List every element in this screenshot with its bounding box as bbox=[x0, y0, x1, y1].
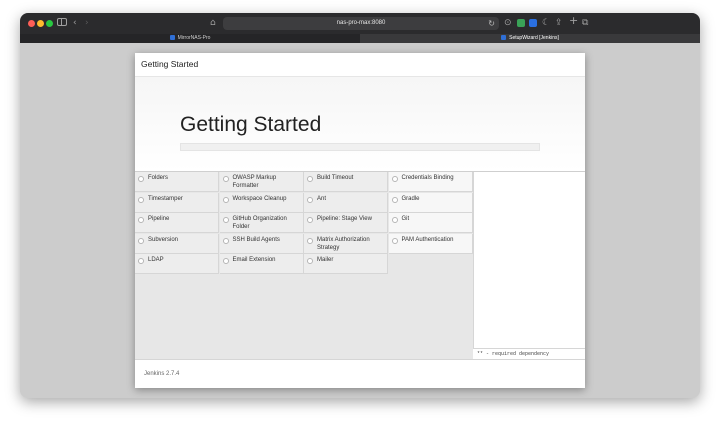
plugin-label: LDAP bbox=[148, 257, 164, 263]
share-icon[interactable]: ⇪ bbox=[555, 17, 563, 29]
title-bar: ‹ › ⌂ nas-pro-max:8080 ↻ ⊙ ☾ ⇪ + ⧉ bbox=[20, 13, 700, 34]
close-window-button[interactable] bbox=[28, 20, 35, 27]
plugin-label: Ant bbox=[317, 195, 327, 202]
plugin-label: Pipeline: Stage View bbox=[317, 216, 372, 222]
plugin-label: PAM Authentication bbox=[401, 236, 454, 243]
plugin-status-icon bbox=[391, 217, 398, 223]
favicon-icon bbox=[501, 35, 507, 40]
tab-setupwizard[interactable]: SetupWizard [Jenkins] bbox=[360, 34, 700, 43]
plugin-item[interactable]: Mailer bbox=[304, 254, 388, 274]
plugin-label: Matrix Authorization Strategy bbox=[317, 236, 370, 251]
plugin-item[interactable]: Pipeline bbox=[135, 213, 219, 233]
new-tab-icon[interactable]: + bbox=[569, 15, 578, 27]
plugin-label: Email Extension bbox=[232, 257, 276, 263]
plugin-item[interactable]: Email Extension bbox=[219, 254, 304, 274]
tab-bar: MirrorNAS-Pro SetupWizard [Jenkins] bbox=[20, 34, 700, 43]
plugin-status-icon bbox=[391, 196, 398, 203]
plugin-label: Git bbox=[401, 216, 410, 222]
plugin-label: SSH Build Agents bbox=[232, 236, 280, 243]
install-log-panel bbox=[473, 172, 585, 360]
plugin-item[interactable]: OWASP Markup Formatter bbox=[219, 172, 304, 192]
plugin-status-icon bbox=[138, 237, 144, 244]
plugin-status-icon bbox=[307, 258, 313, 264]
plugin-item[interactable]: Ant bbox=[304, 192, 388, 213]
plugin-grid-area: Folders OWASP Markup Formatter Build Timeo… bbox=[135, 171, 585, 360]
reload-icon[interactable]: ↻ bbox=[488, 18, 495, 29]
plugin-status-icon bbox=[222, 258, 229, 264]
download-icon[interactable]: ⊙ bbox=[504, 17, 512, 29]
forward-icon[interactable]: › bbox=[85, 17, 89, 29]
plugin-label: Build Timeout bbox=[317, 175, 354, 181]
plugin-status-icon bbox=[307, 196, 313, 203]
plugin-status-icon bbox=[222, 196, 229, 203]
plugin-label: OWASP Markup Formatter bbox=[232, 175, 277, 189]
version-label: Jenkins 2.7.4 bbox=[144, 371, 180, 377]
zoom-window-button[interactable] bbox=[46, 20, 53, 27]
extension-green-icon[interactable] bbox=[517, 19, 525, 27]
plugin-label: Folders bbox=[148, 175, 169, 181]
plugin-label: Pipeline bbox=[148, 216, 170, 222]
plugin-status-icon bbox=[138, 196, 144, 203]
plugin-item[interactable]: Folders bbox=[135, 172, 219, 192]
tab-label: MirrorNAS-Pro bbox=[177, 35, 211, 41]
minimize-window-button[interactable] bbox=[37, 20, 44, 27]
plugin-item[interactable]: Git bbox=[388, 213, 473, 233]
plugin-status-icon bbox=[222, 176, 229, 182]
plugin-status-icon bbox=[391, 237, 398, 244]
plugin-status-icon bbox=[307, 237, 313, 244]
page-title: Getting Started bbox=[180, 113, 322, 136]
plugin-item[interactable]: Workspace Cleanup bbox=[219, 192, 304, 213]
plugin-label: Workspace Cleanup bbox=[232, 195, 287, 202]
plugin-label: Timestamper bbox=[148, 195, 183, 202]
plugin-status-icon bbox=[138, 258, 144, 264]
plugin-label: Gradle bbox=[401, 195, 420, 202]
plugin-item[interactable]: LDAP bbox=[135, 254, 219, 274]
tab-label: SetupWizard [Jenkins] bbox=[509, 35, 559, 41]
hero-section: Getting Started bbox=[135, 77, 585, 171]
tab-overview-icon[interactable]: ⧉ bbox=[582, 17, 588, 29]
plugin-item[interactable]: Matrix Authorization Strategy bbox=[304, 233, 388, 254]
setup-wizard-dialog: Getting Started Getting Started Folders O… bbox=[135, 53, 585, 388]
browser-window: ‹ › ⌂ nas-pro-max:8080 ↻ ⊙ ☾ ⇪ + ⧉ Mirro… bbox=[20, 13, 700, 398]
plugin-item[interactable]: GitHub Organization Folder bbox=[219, 213, 304, 233]
shield-icon[interactable]: ⌂ bbox=[210, 17, 216, 29]
plugin-item[interactable]: Credentials Binding bbox=[388, 172, 473, 192]
plugin-status-icon bbox=[222, 237, 229, 244]
plugin-label: Credentials Binding bbox=[401, 175, 454, 181]
reader-icon[interactable]: ☾ bbox=[542, 17, 550, 29]
plugin-status-icon bbox=[391, 176, 398, 182]
sidebar-toggle-icon[interactable] bbox=[57, 18, 67, 26]
plugin-status-icon bbox=[222, 217, 229, 223]
plugin-label: Subversion bbox=[148, 236, 179, 243]
plugin-status-icon bbox=[307, 217, 313, 223]
back-icon[interactable]: ‹ bbox=[73, 17, 77, 29]
dialog-footer: Jenkins 2.7.4 bbox=[135, 359, 585, 388]
tab-mirrornas[interactable]: MirrorNAS-Pro bbox=[20, 34, 360, 43]
install-progress-bar bbox=[180, 143, 540, 151]
plugin-item[interactable]: PAM Authentication bbox=[388, 233, 473, 254]
plugin-status-icon bbox=[138, 176, 144, 182]
extension-shield-icon[interactable] bbox=[529, 19, 537, 27]
plugin-label: Mailer bbox=[317, 257, 334, 263]
plugin-item[interactable]: Pipeline: Stage View bbox=[304, 213, 388, 233]
page-viewport: Getting Started Getting Started Folders O… bbox=[20, 43, 700, 398]
dialog-header: Getting Started bbox=[135, 53, 585, 77]
favicon-icon bbox=[169, 35, 175, 40]
plugin-status-icon bbox=[307, 176, 313, 182]
plugin-status-icon bbox=[138, 217, 144, 223]
plugin-item[interactable]: SSH Build Agents bbox=[219, 233, 304, 254]
plugin-item[interactable]: Gradle bbox=[388, 192, 473, 213]
plugin-item[interactable]: Timestamper bbox=[135, 192, 219, 213]
plugin-item[interactable]: Subversion bbox=[135, 233, 219, 254]
plugin-label: GitHub Organization Folder bbox=[232, 216, 287, 230]
address-bar[interactable]: nas-pro-max:8080 ↻ bbox=[223, 17, 499, 30]
dialog-header-title: Getting Started bbox=[141, 59, 199, 69]
plugin-item[interactable]: Build Timeout bbox=[304, 172, 388, 192]
url-text: nas-pro-max:8080 bbox=[336, 20, 386, 26]
